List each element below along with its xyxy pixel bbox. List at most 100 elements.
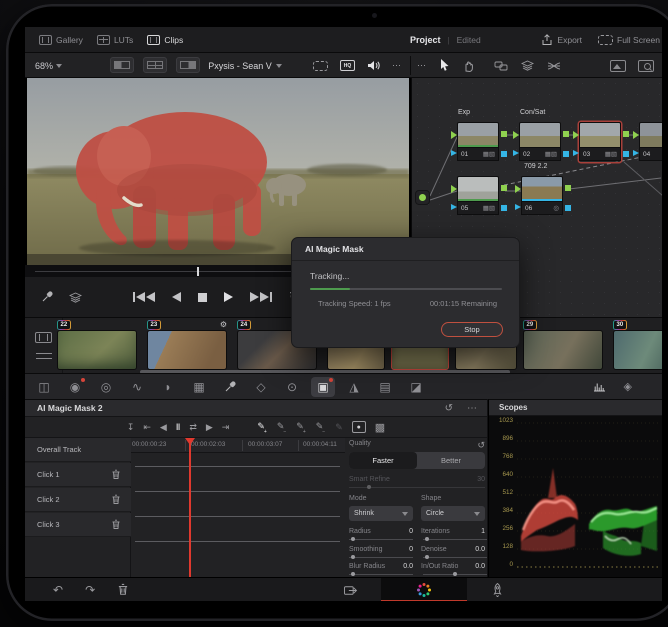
skip-first-button[interactable]: [133, 292, 155, 302]
hq-monitor-icon[interactable]: HQ: [340, 60, 355, 71]
eyedropper-icon[interactable]: [41, 291, 53, 303]
wipe-modes-icon[interactable]: ◈: [624, 380, 632, 393]
node-02[interactable]: 02 ▦▧: [513, 122, 569, 162]
track-row-click1[interactable]: Click 1: [25, 463, 131, 487]
range-out-icon[interactable]: ⇥: [222, 422, 230, 433]
add-node-icon[interactable]: [494, 61, 508, 71]
step-back-button[interactable]: [172, 292, 181, 302]
pause-icon[interactable]: ‖: [176, 422, 180, 432]
color-page-button[interactable]: [381, 578, 467, 601]
effects-icon[interactable]: ◪: [404, 377, 428, 397]
scrubber-playhead[interactable]: [197, 267, 199, 276]
zoom-level-dropdown[interactable]: 68%: [35, 53, 63, 78]
timeline-ruler[interactable]: 00:00:00:23 00:00:02:03 00:00:03:07 00:0…: [131, 438, 345, 453]
trash-icon[interactable]: [117, 583, 129, 596]
range-in-icon[interactable]: ⇤: [143, 422, 151, 433]
qualifier-icon[interactable]: ◗: [156, 377, 180, 397]
cut-page-button[interactable]: [343, 578, 359, 601]
node-03-selected[interactable]: 03 ▦▧: [573, 122, 629, 162]
safe-area-icon[interactable]: [313, 60, 328, 71]
color-wheels-icon[interactable]: ◉: [63, 377, 87, 397]
single-viewer-button[interactable]: [110, 57, 134, 73]
trash-icon[interactable]: [111, 519, 121, 530]
warper-icon[interactable]: ▦: [187, 377, 211, 397]
curves-icon[interactable]: ∿: [125, 377, 149, 397]
gear-icon[interactable]: ⚙: [220, 321, 227, 329]
trash-icon[interactable]: [111, 469, 121, 480]
project-breadcrumb[interactable]: Project | Edited: [410, 27, 481, 53]
clip-29[interactable]: 29: [523, 320, 603, 370]
clips-button[interactable]: Clips: [147, 34, 183, 45]
clip-title-dropdown[interactable]: Pxysis - Sean V: [165, 53, 325, 78]
eraser-icon[interactable]: ✎: [335, 422, 343, 433]
speaker-icon[interactable]: [367, 60, 380, 71]
scopes-icon[interactable]: [593, 381, 606, 392]
reset-icon[interactable]: ↺: [445, 403, 453, 414]
smart-refine-slider[interactable]: [349, 485, 485, 489]
layers-icon[interactable]: [69, 292, 82, 303]
clip-23[interactable]: 23 ⚙: [147, 320, 227, 370]
source-node[interactable]: [415, 190, 430, 205]
gallery-button[interactable]: Gallery: [39, 34, 83, 45]
clip-22[interactable]: 22: [57, 320, 137, 370]
overlay-toggle[interactable]: ●: [351, 421, 366, 433]
export-button[interactable]: Export: [541, 34, 582, 46]
viewer-options-icon[interactable]: ⋯: [392, 60, 402, 71]
denoise-slider[interactable]: [423, 555, 487, 559]
tracker-icon[interactable]: ⊙: [280, 377, 304, 397]
mixer-icon[interactable]: [547, 61, 561, 71]
inout-ratio-slider[interactable]: [423, 572, 487, 576]
node-04[interactable]: 04▦▧: [633, 122, 662, 162]
track-point-icon[interactable]: ↧: [127, 422, 135, 433]
draw-add-icon[interactable]: ✎+: [257, 421, 267, 436]
cursor-tool-icon[interactable]: [440, 59, 450, 72]
mode-dropdown[interactable]: Shrink: [349, 506, 413, 521]
hdr-wheels-icon[interactable]: ◎: [94, 377, 118, 397]
draw-subtract-icon[interactable]: ✎−: [277, 421, 287, 436]
lut-preview-icon[interactable]: [610, 59, 626, 72]
window-icon[interactable]: ◇: [249, 377, 273, 397]
iterations-slider[interactable]: [423, 537, 487, 541]
reset-icon[interactable]: ↺: [477, 440, 485, 451]
trash-icon[interactable]: [111, 494, 121, 505]
node-01[interactable]: 01 ▦▧: [451, 122, 507, 162]
full-screen-button[interactable]: Full Screen: [598, 35, 660, 45]
refine-add-icon[interactable]: ✎+: [296, 421, 306, 436]
grid-viewer-button[interactable]: [143, 57, 167, 73]
node-06[interactable]: 06 ◎: [515, 176, 571, 216]
camera-raw-icon[interactable]: ◫: [32, 377, 56, 397]
better-segment[interactable]: Better: [417, 452, 485, 469]
skip-last-button[interactable]: [250, 292, 272, 302]
pingpong-icon[interactable]: ⇄: [189, 422, 197, 433]
magic-mask-icon[interactable]: ▣: [311, 376, 335, 397]
play-button[interactable]: [224, 292, 233, 302]
refine-subtract-icon[interactable]: ✎−: [316, 421, 326, 436]
stop-button[interactable]: Stop: [441, 322, 503, 337]
matte-view-icon[interactable]: ▩: [375, 421, 385, 434]
layers-icon[interactable]: [521, 60, 534, 71]
track-row-overall[interactable]: Overall Track: [25, 438, 131, 462]
timeline-playhead-line[interactable]: [189, 438, 191, 577]
track-row-click3[interactable]: Click 3: [25, 513, 131, 537]
step-forward-icon[interactable]: ▶: [206, 422, 213, 433]
radius-slider[interactable]: [349, 537, 413, 541]
stop-button[interactable]: [198, 292, 207, 302]
blur-radius-slider[interactable]: [349, 572, 413, 576]
clip-30[interactable]: 30: [613, 320, 662, 370]
luts-button[interactable]: LUTs: [96, 34, 133, 45]
hand-tool-icon[interactable]: [463, 59, 475, 72]
track-row-click2[interactable]: Click 2: [25, 488, 131, 512]
node-options-icon[interactable]: ⋯: [417, 60, 427, 71]
smoothing-slider[interactable]: [349, 555, 413, 559]
faster-segment[interactable]: Faster: [349, 452, 417, 469]
node-05[interactable]: 05 ▦▧: [451, 176, 507, 216]
lightbox-icon[interactable]: [638, 59, 654, 72]
deliver-page-button[interactable]: [491, 578, 504, 601]
undo-icon[interactable]: ↶: [53, 583, 63, 597]
panel-options-icon[interactable]: ⋯: [467, 403, 477, 414]
eyedropper-icon[interactable]: [218, 377, 242, 397]
strip-options-icon[interactable]: [35, 352, 52, 360]
key-icon[interactable]: ▤: [373, 377, 397, 397]
redo-icon[interactable]: ↷: [85, 583, 95, 597]
blur-icon[interactable]: ◮: [342, 377, 366, 397]
